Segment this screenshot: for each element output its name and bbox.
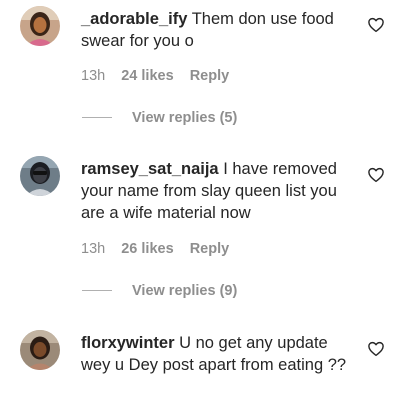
comment-likes[interactable]: 26 likes [121,241,173,257]
avatar-image [20,156,60,196]
comment-text: _adorable_ify Them don use food swear fo… [81,8,361,52]
view-replies-label: View replies (5) [132,110,238,126]
avatar[interactable] [20,156,60,196]
view-replies-label: View replies (9) [132,283,238,299]
comment-text: ramsey_sat_naija I have removed your nam… [81,158,361,224]
reply-button[interactable]: Reply [190,241,230,257]
divider [82,116,112,118]
heart-outline-icon[interactable] [367,340,385,358]
comment-meta: 13h 24 likes Reply [81,68,241,84]
view-replies-button[interactable]: View replies (5) [82,110,237,126]
heart-outline-icon[interactable] [367,166,385,184]
comment-likes[interactable]: 24 likes [121,68,173,84]
reply-button[interactable]: Reply [190,68,230,84]
heart-outline-icon[interactable] [367,16,385,34]
comment-text: florxywinter U no get any update wey u D… [81,332,361,376]
avatar-image [20,330,60,370]
avatar[interactable] [20,6,60,46]
comment-meta: 13h 26 likes Reply [81,241,241,257]
comment-username[interactable]: ramsey_sat_naija [81,160,219,178]
comment-username[interactable]: florxywinter [81,334,175,352]
comment-username[interactable]: _adorable_ify [81,10,187,28]
comment-timestamp: 13h [81,68,106,84]
comment-timestamp: 13h [81,241,106,257]
view-replies-button[interactable]: View replies (9) [82,283,237,299]
avatar-image [20,6,60,46]
avatar[interactable] [20,330,60,370]
divider [82,289,112,291]
